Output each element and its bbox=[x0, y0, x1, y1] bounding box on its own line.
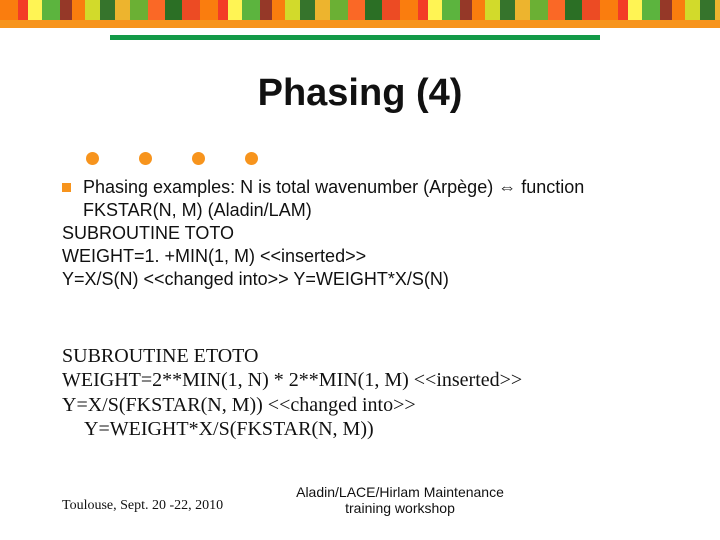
dot-icon bbox=[86, 152, 99, 165]
orange-underline bbox=[0, 20, 720, 28]
bullet-item: Phasing examples: N is total wavenumber … bbox=[62, 176, 662, 222]
footer-center-line1: Aladin/LACE/Hirlam Maintenance bbox=[80, 484, 720, 500]
slide-title: Phasing (4) bbox=[0, 72, 720, 115]
decorative-photo-strip bbox=[0, 0, 720, 20]
code-line: SUBROUTINE TOTO bbox=[62, 222, 662, 245]
dot-icon bbox=[139, 152, 152, 165]
dot-icon bbox=[245, 152, 258, 165]
code-line: WEIGHT=1. +MIN(1, M) <<inserted>> bbox=[62, 245, 662, 268]
top-bar bbox=[0, 0, 720, 28]
square-bullet-icon bbox=[62, 183, 71, 192]
code-line: WEIGHT=2**MIN(1, N) * 2**MIN(1, M) <<ins… bbox=[62, 368, 682, 392]
bullet-text: Phasing examples: N is total wavenumber … bbox=[83, 176, 662, 222]
slide: Phasing (4) Phasing examples: N is total… bbox=[0, 0, 720, 540]
footer-center: Aladin/LACE/Hirlam Maintenance training … bbox=[0, 484, 720, 516]
body-block-2: SUBROUTINE ETOTO WEIGHT=2**MIN(1, N) * 2… bbox=[62, 344, 682, 442]
footer-center-line2: training workshop bbox=[80, 500, 720, 516]
green-rule bbox=[110, 35, 600, 40]
code-line: Y=WEIGHT*X/S(FKSTAR(N, M)) bbox=[62, 417, 682, 441]
dot-icon bbox=[192, 152, 205, 165]
code-line: Y=X/S(N) <<changed into>> Y=WEIGHT*X/S(N… bbox=[62, 268, 662, 291]
code-line: Y=X/S(FKSTAR(N, M)) <<changed into>> bbox=[62, 393, 682, 417]
decorative-dots bbox=[86, 152, 258, 165]
code-line: SUBROUTINE ETOTO bbox=[62, 344, 682, 368]
body-block-1: Phasing examples: N is total wavenumber … bbox=[62, 176, 662, 291]
